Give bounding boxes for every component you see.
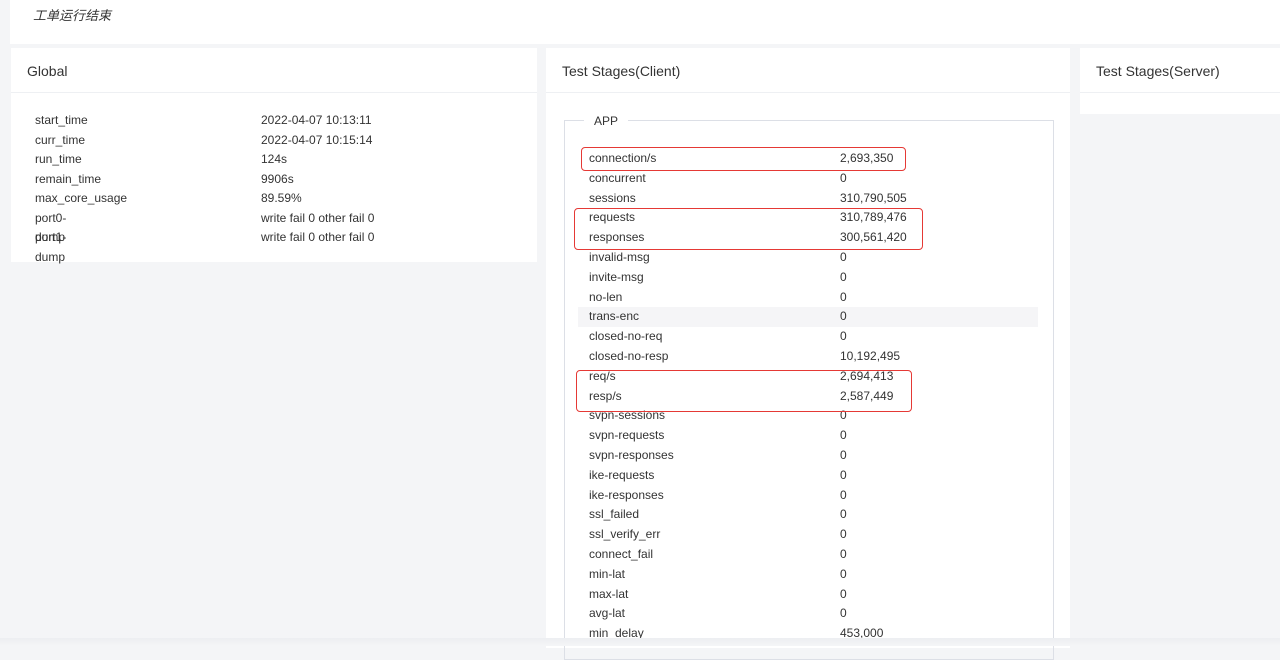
client-stat-key: ssl_failed: [589, 507, 640, 522]
global-row-value: 2022-04-07 10:15:14: [261, 132, 373, 147]
global-row-key: port1-dump: [35, 230, 67, 264]
client-stat-value: 0: [840, 566, 847, 581]
client-stat-key: ike-responses: [589, 487, 664, 502]
client-stat-key: svpn-requests: [589, 428, 665, 443]
highlight-box-rates: [576, 370, 912, 412]
client-stat-row: ssl_failed 0: [578, 505, 1038, 525]
client-stat-value: 310,790,505: [840, 190, 907, 205]
global-row-key: start_time: [35, 113, 88, 127]
client-stat-value: 0: [840, 329, 847, 344]
client-stat-key: trans-enc: [589, 309, 640, 324]
client-stat-row: svpn-requests 0: [578, 426, 1038, 446]
client-stat-key: invalid-msg: [589, 249, 650, 264]
client-stat-key: connect_fail: [589, 546, 654, 561]
client-stat-row: sessions 310,790,505: [578, 189, 1038, 209]
client-stat-key: ssl_verify_err: [589, 527, 661, 542]
status-text: 工单运行结束: [33, 8, 112, 23]
client-stat-row: ike-responses 0: [578, 486, 1038, 506]
client-panel-title: Test Stages(Client): [546, 48, 1070, 93]
client-stat-key: ike-requests: [589, 467, 655, 482]
server-stages-panel: Test Stages(Server): [1080, 48, 1280, 114]
client-stat-key: concurrent: [589, 170, 646, 185]
highlight-box-requests: [574, 208, 923, 250]
client-stat-value: 0: [840, 507, 847, 522]
client-stat-key: max-lat: [589, 586, 629, 601]
client-stat-key: closed-no-req: [589, 329, 663, 344]
client-stat-value: 0: [840, 170, 847, 185]
client-stat-value: 0: [840, 487, 847, 502]
global-row-key: run_time: [35, 152, 82, 166]
client-stat-row: closed-no-resp 10,192,495: [578, 347, 1038, 367]
client-stages-panel: Test Stages(Client) APP connection/s 2,69…: [546, 48, 1070, 660]
global-row-value: write fail 0 other fail 0: [261, 230, 375, 244]
client-stat-key: invite-msg: [589, 269, 644, 284]
global-panel-title: Global: [11, 48, 537, 93]
global-row-key: max_core_usage: [35, 191, 128, 205]
client-stat-key: sessions: [589, 190, 636, 205]
client-stat-value: 0: [840, 586, 847, 601]
client-stat-row: max-lat 0: [578, 585, 1038, 605]
client-stat-value: 0: [840, 249, 847, 264]
client-stat-value: 0: [840, 546, 847, 561]
client-stat-row: no-len 0: [578, 288, 1038, 308]
client-stat-row: trans-enc 0: [578, 307, 1038, 328]
app-group-label: APP: [584, 112, 629, 130]
status-bar: 工单运行结束: [10, 0, 1280, 44]
client-stat-value: 0: [840, 428, 847, 443]
client-stat-value: 0: [840, 527, 847, 542]
global-row-value: 9906s: [261, 171, 294, 186]
client-stat-value: 0: [840, 269, 847, 284]
global-row-value: 124s: [261, 152, 288, 166]
client-stat-row: min-lat 0: [578, 565, 1038, 585]
global-panel: Global start_time 2022-04-07 10:13:11 curr…: [11, 48, 537, 264]
client-stat-value: 0: [840, 447, 847, 462]
client-stat-row: invite-msg 0: [578, 268, 1038, 288]
client-stat-value: 0: [840, 467, 847, 482]
client-stat-key: min-lat: [589, 566, 626, 581]
client-stat-key: closed-no-resp: [589, 348, 669, 363]
client-stat-row: avg-lat 0: [578, 604, 1038, 624]
client-stat-value: 0: [840, 309, 847, 324]
client-stat-row: ssl_verify_err 0: [578, 525, 1038, 545]
global-row-key: remain_time: [35, 171, 102, 186]
highlight-box-connection: [581, 147, 906, 171]
client-stat-value: 10,192,495: [840, 348, 901, 363]
client-stat-value: 0: [840, 606, 847, 621]
client-stat-key: avg-lat: [589, 606, 626, 621]
client-stat-row: ike-requests 0: [578, 466, 1038, 486]
client-stat-row: connect_fail 0: [578, 545, 1038, 565]
client-stat-row: svpn-responses 0: [578, 446, 1038, 466]
bottom-edge: [0, 638, 1280, 646]
global-row-value: write fail 0 other fail 0: [261, 210, 375, 225]
client-stat-row: concurrent 0: [578, 169, 1038, 189]
global-row-value: 2022-04-07 10:13:11: [261, 113, 372, 127]
global-row-value: 89.59%: [261, 191, 302, 205]
client-stat-row: closed-no-req 0: [578, 327, 1038, 347]
global-row-key: curr_time: [35, 132, 86, 147]
client-stat-key: svpn-responses: [589, 447, 674, 462]
server-panel-title: Test Stages(Server): [1080, 48, 1280, 93]
client-stat-value: 0: [840, 289, 847, 304]
client-stat-row: invalid-msg 0: [578, 248, 1038, 268]
client-stat-key: no-len: [589, 289, 623, 304]
